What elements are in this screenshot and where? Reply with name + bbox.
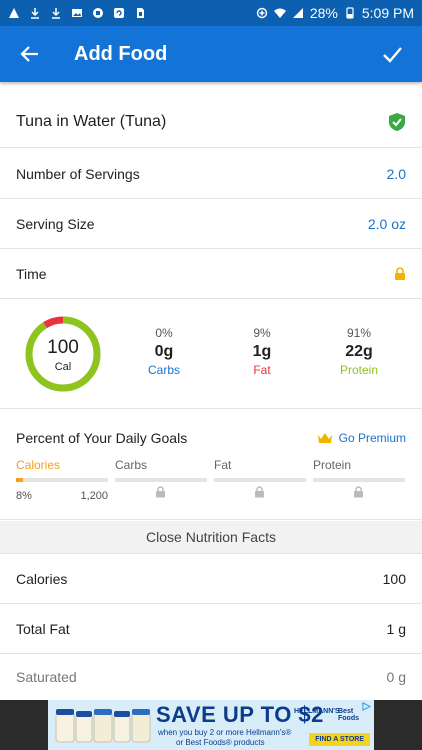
food-name: Tuna in Water (Tuna) (16, 112, 167, 130)
nutrition-label: Total Fat (16, 620, 70, 637)
lock-icon (255, 486, 264, 498)
macro-name: Carbs (147, 363, 180, 377)
macro-name: Protein (339, 363, 379, 377)
ad-brand-1: HELLMANN'S (294, 708, 340, 715)
food-name-row: Tuna in Water (Tuna) (0, 96, 422, 148)
macro-carbs: 0% 0g Carbs (134, 326, 194, 377)
find-store-button[interactable]: FIND A STORE (309, 733, 370, 746)
macro-grams: 1g (252, 343, 272, 360)
close-nutrition-facts-button[interactable]: Close Nutrition Facts (0, 521, 422, 554)
daily-goals: Percent of Your Daily Goals Go Premium C… (0, 410, 422, 520)
close-nutrition-facts-label[interactable]: Close Nutrition Facts (146, 529, 276, 545)
nutrition-row-calories: Calories 100 (0, 554, 422, 604)
nutrition-row-total-fat: Total Fat 1 g (0, 604, 422, 654)
goal-bar (16, 478, 108, 482)
image-icon (72, 9, 82, 17)
ad-headline: SAVE UP TO $2 (156, 702, 324, 727)
lock-icon (354, 486, 363, 498)
back-button[interactable] (2, 26, 58, 82)
wifi-icon (273, 8, 286, 18)
lock-icon (156, 486, 165, 498)
calorie-value: 100 (47, 337, 79, 358)
mayonnaise-jars-image (55, 709, 151, 743)
goal-bar-fill (16, 478, 24, 482)
macro-grams: 0g (154, 343, 174, 360)
servings-row[interactable]: Number of Servings 2.0 (0, 149, 422, 199)
servings-value[interactable]: 2.0 (387, 166, 406, 182)
time-label: Time (16, 265, 47, 282)
page-title: Add Food (74, 42, 168, 65)
goal-calories: Calories 8% 1,200 (16, 458, 108, 502)
goal-label: Carbs (115, 458, 148, 472)
download-icon (52, 8, 60, 19)
calorie-unit: Cal (54, 361, 72, 373)
goal-bar (313, 478, 405, 482)
nutrition-value: 100 (382, 570, 406, 587)
app-icon (93, 8, 103, 18)
battery-icon (346, 7, 354, 19)
nutrition-label: Calories (16, 570, 68, 587)
go-premium-link[interactable]: Go Premium (317, 431, 406, 445)
save-button[interactable] (364, 26, 420, 82)
macro-grams: 22g (345, 343, 373, 360)
goals-heading: Percent of Your Daily Goals (16, 430, 188, 446)
status-bar: 28% 5:09 PM (0, 0, 422, 26)
nutrition-value: 0 g (386, 669, 406, 685)
goal-bar (214, 478, 306, 482)
ad-banner[interactable]: SAVE UP TO $2 when you buy 2 or more Hel… (48, 700, 374, 750)
macro-percent: 91% (346, 326, 372, 340)
ad-line-2: or Best Foods® products (176, 738, 265, 747)
goal-bar (115, 478, 207, 482)
servings-label: Number of Servings (16, 165, 140, 182)
macro-percent: 9% (253, 326, 271, 340)
goal-label: Fat (214, 458, 232, 472)
goal-percent: 8% (16, 490, 32, 502)
ad-choices-icon[interactable] (362, 702, 371, 711)
ad-banner-container: SAVE UP TO $2 when you buy 2 or more Hel… (0, 700, 422, 750)
download-icon (31, 8, 39, 19)
macro-fat: 9% 1g Fat (232, 326, 292, 377)
goal-fat: Fat (214, 458, 306, 498)
arrow-back-icon (20, 46, 38, 62)
lock-icon (395, 266, 405, 280)
serving-size-value[interactable]: 2.0 oz (368, 216, 406, 232)
goal-carbs: Carbs (115, 458, 207, 498)
nutrition-value: 1 g (386, 620, 406, 637)
clock: 5:09 PM (361, 5, 414, 21)
time-row[interactable]: Time (0, 249, 422, 299)
macro-summary: 100 Cal 0% 0g Carbs 9% 1g Fat 91% 22g Pr… (0, 300, 422, 409)
macro-name: Fat (253, 363, 271, 377)
battery-percent: 28% (309, 5, 338, 21)
verified-shield-icon[interactable] (388, 112, 406, 132)
app-bar: Add Food (0, 26, 422, 82)
warning-icon (9, 8, 19, 18)
sim-icon (137, 8, 144, 18)
checkmark-icon (383, 47, 402, 63)
ad-line-1: when you buy 2 or more Hellmann's® (158, 728, 292, 737)
goal-label: Protein (313, 458, 352, 472)
nutrition-row-saturated: Saturated 0 g (0, 654, 422, 700)
data-saver-icon (256, 7, 268, 19)
calorie-total: 100 Cal (24, 315, 102, 393)
signal-icon (292, 8, 303, 18)
sync-icon (114, 8, 124, 18)
goal-label: Calories (16, 458, 61, 472)
macro-percent: 0% (155, 326, 173, 340)
serving-size-label: Serving Size (16, 215, 95, 232)
nutrition-label: Saturated (16, 669, 77, 685)
goal-protein: Protein (313, 458, 405, 498)
crown-icon (317, 433, 332, 443)
macro-protein: 91% 22g Protein (329, 326, 389, 377)
go-premium-label[interactable]: Go Premium (339, 431, 406, 445)
goal-target: 1,200 (80, 490, 108, 502)
serving-size-row[interactable]: Serving Size 2.0 oz (0, 199, 422, 249)
